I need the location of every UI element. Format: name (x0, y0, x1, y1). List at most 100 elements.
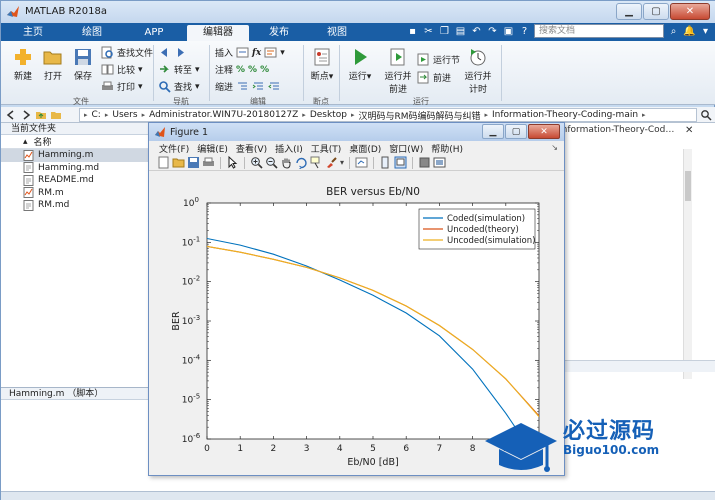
copy-icon[interactable]: ❐ (438, 25, 451, 38)
redo-icon[interactable]: ↷ (486, 25, 499, 38)
menu-help[interactable]: 帮助(H) (431, 142, 463, 155)
paste-icon[interactable]: ▤ (454, 25, 467, 38)
show-plot-tools-icon[interactable] (433, 156, 446, 169)
tab-publish[interactable]: 发布 (256, 25, 302, 41)
menu-window[interactable]: 窗口(W) (389, 142, 423, 155)
print-button[interactable]: 打印 ▾ (101, 80, 143, 93)
search-icon[interactable]: ⌕ (667, 25, 680, 38)
list-item[interactable]: Hamming.md (1, 162, 148, 175)
new-button[interactable]: 新建 (9, 47, 37, 82)
comment-button[interactable]: 注释 % % % (215, 63, 269, 77)
breadcrumb-item[interactable]: 汉明码与RM码编码解码与纠错 (358, 109, 480, 122)
tab-plots[interactable]: 绘图 (69, 25, 115, 41)
name-column-header[interactable]: ▴ 名称 (1, 135, 148, 149)
breadcrumb-item[interactable]: C: (92, 110, 101, 120)
uncomment-percent-icon[interactable]: % (248, 65, 257, 75)
tab-view[interactable]: 视图 (314, 25, 360, 41)
menu-view[interactable]: 查看(V) (236, 142, 267, 155)
indent-button[interactable]: 缩进 (215, 80, 281, 93)
scrollbar-thumb[interactable] (685, 171, 691, 201)
insert-function-icon[interactable] (264, 46, 277, 59)
wrap-comment-icon[interactable]: % (260, 65, 269, 75)
close-panel-icon[interactable]: ✕ (685, 125, 693, 136)
save-figure-icon[interactable] (187, 156, 200, 169)
zoom-in-icon[interactable] (250, 156, 263, 169)
maximize-button[interactable]: ▢ (643, 3, 669, 20)
hide-plot-tools-icon[interactable] (418, 156, 431, 169)
back-icon[interactable] (5, 109, 17, 121)
dock-arrow-icon[interactable]: ↘ (551, 143, 558, 152)
breadcrumb-item[interactable]: Information-Theory-Coding-main (492, 110, 638, 120)
compare-button[interactable]: 比较 ▾ (101, 63, 143, 76)
print-figure-icon[interactable] (202, 156, 215, 169)
list-item[interactable]: RM.md (1, 199, 148, 212)
figure-icon (155, 127, 165, 137)
tab-apps[interactable]: APP (129, 25, 179, 41)
insert-colorbar-icon[interactable] (379, 156, 392, 169)
breadcrumb-item[interactable]: Administrator.WIN7U-20180127Z (149, 110, 298, 120)
pointer-icon[interactable] (226, 156, 239, 169)
figure-close-button[interactable]: ✕ (528, 124, 560, 139)
browse-folder-icon[interactable] (50, 109, 62, 121)
menu-desktop[interactable]: 桌面(D) (349, 142, 381, 155)
rotate-3d-icon[interactable] (295, 156, 308, 169)
link-plot-icon[interactable] (355, 156, 368, 169)
new-figure-icon[interactable] (157, 156, 170, 169)
notification-icon[interactable]: 🔔 (683, 25, 696, 38)
tab-home[interactable]: 主页 (13, 25, 53, 41)
breadcrumb-item[interactable]: Users (112, 110, 137, 120)
up-folder-icon[interactable] (35, 109, 47, 121)
editor-tab-title[interactable]: Information-Theory-Cod… (559, 125, 674, 135)
save-quick-icon[interactable]: ▪ (406, 25, 419, 38)
data-cursor-icon[interactable] (310, 156, 323, 169)
tab-editor[interactable]: 编辑器 (187, 25, 249, 41)
find-button[interactable]: 查找 ▾ (158, 80, 200, 93)
dropdown-icon[interactable]: ▾ (699, 25, 712, 38)
run-and-advance-button[interactable]: 运行并 前进 (381, 47, 415, 95)
close-button[interactable]: ✕ (670, 3, 710, 20)
run-button[interactable]: 运行▾ (345, 47, 375, 82)
cut-icon[interactable]: ✂ (422, 25, 435, 38)
find-files-button[interactable]: 查找文件 (101, 46, 153, 59)
open-button[interactable]: 打开 (39, 47, 67, 82)
pan-hand-icon[interactable] (280, 156, 293, 169)
help-icon[interactable]: ? (518, 25, 531, 38)
list-item[interactable]: README.md (1, 174, 148, 187)
smart-indent-icon[interactable] (236, 80, 249, 93)
run-and-time-button[interactable]: 运行并 计时 (461, 47, 495, 95)
switch-windows-icon[interactable]: ▣ (502, 25, 515, 38)
comment-percent-icon[interactable]: % (236, 65, 245, 75)
figure-maximize-button[interactable]: ▢ (505, 124, 527, 139)
advance-button[interactable]: 前进 (417, 71, 451, 84)
figure-minimize-button[interactable]: ▁ (482, 124, 504, 139)
list-item[interactable]: RM.m (1, 187, 148, 200)
chevron-down-icon[interactable]: ▾ (340, 158, 344, 167)
decrease-indent-icon[interactable] (268, 80, 281, 93)
menu-file[interactable]: 文件(F) (159, 142, 189, 155)
run-section-label: 运行节 (433, 56, 461, 66)
run-section-button[interactable]: 运行节 (417, 53, 460, 66)
menu-insert[interactable]: 插入(I) (275, 142, 303, 155)
nav-arrows[interactable] (158, 46, 187, 59)
list-item[interactable]: Hamming.m (1, 149, 148, 162)
folder-search-icon[interactable] (700, 109, 712, 121)
zoom-out-icon[interactable] (265, 156, 278, 169)
insert-button[interactable]: 插入 fx ▾ (215, 46, 285, 59)
editor-scrollbar[interactable] (683, 149, 692, 379)
goto-button[interactable]: 转至 ▾ (158, 63, 200, 76)
path-breadcrumb[interactable]: ▸ C: ▸ Users ▸ Administrator.WIN7U-20180… (79, 108, 697, 122)
breakpoints-button[interactable]: 断点▾ (307, 47, 337, 82)
fx-icon[interactable]: fx (252, 48, 261, 58)
open-file-icon[interactable] (172, 156, 185, 169)
forward-icon[interactable] (20, 109, 32, 121)
insert-legend-icon[interactable] (394, 156, 407, 169)
brush-icon[interactable] (325, 156, 338, 169)
minimize-button[interactable]: ▁ (616, 3, 642, 20)
increase-indent-icon[interactable] (252, 80, 265, 93)
undo-icon[interactable]: ↶ (470, 25, 483, 38)
search-documentation-input[interactable]: 搜索文档 (534, 24, 664, 38)
menu-tools[interactable]: 工具(T) (311, 142, 342, 155)
menu-edit[interactable]: 编辑(E) (197, 142, 228, 155)
save-button[interactable]: 保存 (69, 47, 97, 82)
breadcrumb-item[interactable]: Desktop (310, 110, 347, 120)
